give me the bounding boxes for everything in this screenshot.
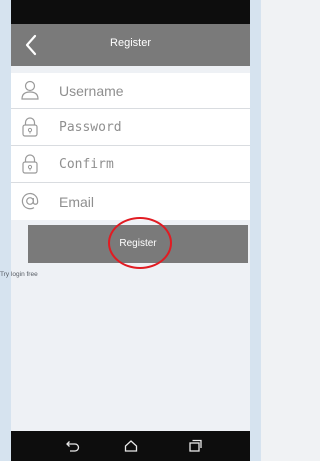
register-form: Username Password Confirm Email <box>11 73 250 220</box>
android-nav-bar <box>11 431 250 461</box>
at-sign-icon <box>21 192 39 210</box>
username-value: Username <box>59 83 124 99</box>
email-field[interactable]: Email <box>11 184 250 220</box>
try-login-link[interactable]: Try login free <box>0 271 38 278</box>
email-value: Email <box>59 194 95 210</box>
back-icon[interactable] <box>63 438 81 454</box>
recents-icon[interactable] <box>185 438 203 454</box>
status-bar <box>11 0 250 24</box>
lock-icon <box>22 154 38 174</box>
password-field[interactable]: Password <box>11 110 250 146</box>
confirm-value: Confirm <box>59 157 114 172</box>
chevron-left-icon <box>25 34 37 56</box>
password-value: Password <box>59 120 122 135</box>
page-title: Register <box>110 37 151 49</box>
app-header: Register <box>11 24 250 66</box>
confirm-field[interactable]: Confirm <box>11 147 250 183</box>
phone-screen: Register Username Password Confirm Email… <box>11 0 250 461</box>
side-margin-right <box>250 0 261 461</box>
username-field[interactable]: Username <box>11 73 250 109</box>
user-icon <box>21 80 39 100</box>
register-button[interactable]: Register <box>28 225 248 263</box>
side-margin-left <box>0 0 11 461</box>
lock-icon <box>22 117 38 137</box>
home-icon[interactable] <box>122 438 140 454</box>
back-button[interactable] <box>17 30 47 60</box>
